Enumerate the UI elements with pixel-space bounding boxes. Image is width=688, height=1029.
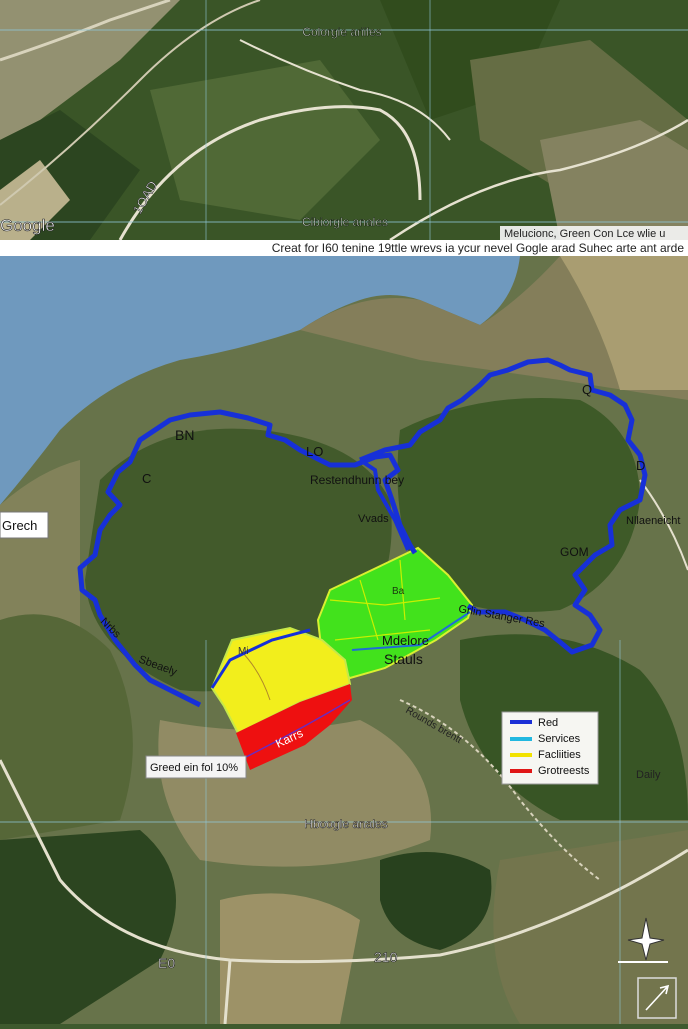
label-green-mid: Mdelore: [382, 633, 429, 648]
map-legend: Red Services Facliities Grotreests: [501, 711, 599, 785]
label-yellow: Mi: [238, 646, 249, 657]
left-label-box: Grech: [2, 518, 37, 533]
road-number-mid: 210: [374, 949, 398, 965]
label-green-name: Stauls: [384, 651, 423, 667]
legend-swatch-grotreests: [510, 769, 532, 773]
corner-note: Melucionc, Green Con Lce wlie u: [504, 228, 665, 240]
legend-label-red: Red: [538, 717, 558, 729]
label-green-small: Ba: [392, 586, 405, 597]
zone-callout: Greed ein fol 10%: [150, 762, 238, 774]
label-lo: LO: [306, 444, 323, 459]
label-c-left: C: [142, 471, 151, 486]
top-map-bottom-label: Cibiorgle anales: [302, 215, 388, 229]
label-gom: GOM: [560, 545, 589, 559]
label-bottom-map: Hboogle anales: [304, 817, 387, 831]
caption-banner: Creat for I60 tenine 19ttle wrevs ia ycu…: [0, 240, 688, 256]
legend-label-facilities: Facliities: [538, 749, 581, 761]
legend-label-grotreests: Grotreests: [538, 765, 590, 777]
label-wauds: Vvads: [358, 513, 389, 525]
label-right-mid: Nllaeneicht: [626, 515, 680, 527]
legend-swatch-red: [510, 720, 532, 724]
legend-label-services: Services: [538, 733, 581, 745]
caption-text: Creat for I60 tenine 19ttle wrevs ia ycu…: [272, 241, 685, 255]
top-map-label: Colorgie ariiles: [302, 25, 381, 39]
label-bn: BN: [175, 427, 194, 443]
map-figure: Colorgie ariiles Google 1OAD Cibiorgle a…: [0, 0, 688, 1025]
legend-swatch-facilities: [510, 753, 532, 757]
top-satellite-panel: Colorgie ariiles Google 1OAD Cibiorgle a…: [0, 0, 688, 242]
label-right-small: Daily: [636, 769, 661, 781]
road-number-left: E0: [158, 955, 175, 971]
label-q-right: Q: [582, 382, 592, 397]
label-d-right: D: [636, 458, 645, 473]
main-satellite-map: BN LO C Q D Restendhunn bey Vvads Nllaen…: [0, 256, 688, 1025]
google-brand: Google: [0, 216, 55, 235]
label-center-top: Restendhunn bey: [310, 473, 404, 487]
legend-swatch-services: [510, 737, 532, 741]
